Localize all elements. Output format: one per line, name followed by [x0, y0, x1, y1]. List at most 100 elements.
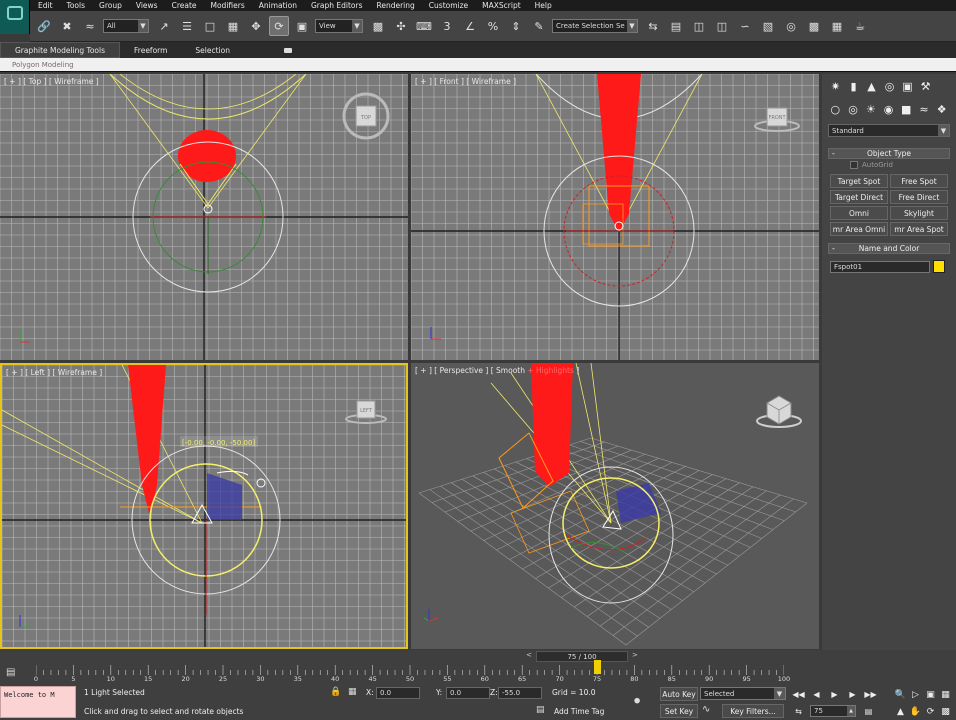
previous-frame-icon[interactable]: ◀	[810, 688, 823, 700]
zoom-icon[interactable]: 🔍	[894, 688, 907, 701]
time-slider-frame[interactable]: 75 / 100	[536, 651, 628, 662]
object-name-field[interactable]: Fspot01	[830, 261, 930, 273]
play-icon[interactable]: ▶	[828, 688, 841, 700]
tab-graphite-modeling-tools[interactable]: Graphite Modeling Tools	[0, 42, 121, 58]
ribbon-toggle-icon[interactable]	[284, 47, 292, 53]
align-icon[interactable]: ▤	[666, 16, 686, 36]
menu-rendering[interactable]: Rendering	[376, 1, 414, 10]
link-icon[interactable]: 🔗	[34, 16, 54, 36]
select-and-move-icon[interactable]: ✥	[246, 16, 266, 36]
autogrid-checkbox[interactable]: AutoGrid	[850, 161, 893, 169]
playhead[interactable]	[594, 660, 601, 674]
y-coordinate-field[interactable]: 0.0	[446, 687, 490, 699]
rectangular-selection-icon[interactable]: □	[200, 16, 220, 36]
absolute-mode-icon[interactable]: ▦	[348, 687, 357, 697]
create-tab-icon[interactable]: ✷	[828, 79, 843, 94]
named-selection-sets-dropdown[interactable]: Create Selection Se ▼	[552, 19, 638, 33]
menu-customize[interactable]: Customize	[429, 1, 468, 10]
object-type-rollout[interactable]: - Object Type	[828, 148, 950, 159]
systems-icon[interactable]: ❖	[934, 102, 949, 117]
default-tangent-icon[interactable]: ∿	[702, 704, 710, 715]
application-button[interactable]	[0, 0, 30, 34]
layer-manager-icon[interactable]: ◫	[689, 16, 709, 36]
time-configuration-icon[interactable]: ▤	[862, 705, 875, 717]
snaps-toggle-icon[interactable]: 3	[437, 16, 457, 36]
menu-group[interactable]: Group	[99, 1, 122, 10]
key-filters-button[interactable]: Key Filters...	[722, 704, 784, 718]
viewport-top[interactable]: TOP [ + ] [ Top ] [ Wireframe ]	[0, 74, 408, 360]
select-and-rotate-icon[interactable]: ⟳	[269, 16, 289, 36]
zoom-all-icon[interactable]: ▷	[909, 688, 922, 701]
tab-freeform[interactable]: Freeform	[120, 42, 181, 58]
shapes-icon[interactable]: ◎	[846, 102, 861, 117]
object-color-swatch[interactable]	[933, 260, 945, 273]
target-spot-button[interactable]: Target Spot	[830, 174, 888, 188]
ribbon-panel-label[interactable]: Polygon Modeling	[12, 61, 74, 69]
unlink-icon[interactable]: ✖	[57, 16, 77, 36]
menu-modifiers[interactable]: Modifiers	[211, 1, 245, 10]
name-and-color-rollout[interactable]: - Name and Color	[828, 243, 950, 254]
mini-curve-editor-icon[interactable]: ▤	[6, 667, 22, 679]
go-to-start-icon[interactable]: ◀◀	[792, 688, 805, 700]
z-coordinate-field[interactable]: -55.0	[498, 687, 542, 699]
select-and-scale-icon[interactable]: ▣	[292, 16, 312, 36]
free-direct-button[interactable]: Free Direct	[890, 190, 948, 204]
maxscript-listener[interactable]: Welcome to M	[0, 686, 76, 718]
rendered-frame-window-icon[interactable]: ▦	[827, 16, 847, 36]
angle-snap-icon[interactable]: ∠	[460, 16, 480, 36]
helpers-icon[interactable]: ■	[899, 102, 914, 117]
auto-key-button[interactable]: Auto Key	[660, 687, 698, 701]
keyboard-shortcut-override-icon[interactable]: ⌨	[414, 16, 434, 36]
material-editor-icon[interactable]: ◎	[781, 16, 801, 36]
mirror-icon[interactable]: ⇆	[643, 16, 663, 36]
hierarchy-tab-icon[interactable]: ▲	[864, 79, 879, 94]
add-time-tag-button[interactable]: Add Time Tag	[554, 707, 604, 716]
modify-tab-icon[interactable]: ▮	[846, 79, 861, 94]
reference-coordinate-dropdown[interactable]: View ▼	[315, 19, 363, 33]
menu-maxscript[interactable]: MAXScript	[482, 1, 521, 10]
utilities-tab-icon[interactable]: ⚒	[918, 79, 933, 94]
time-slider-next-button[interactable]: >	[632, 651, 638, 659]
schematic-view-icon[interactable]: ▧	[758, 16, 778, 36]
pivot-center-icon[interactable]: ▩	[368, 16, 388, 36]
cameras-icon[interactable]: ◉	[881, 102, 896, 117]
select-manipulate-icon[interactable]: ✣	[391, 16, 411, 36]
curve-editor-icon[interactable]: ∽	[735, 16, 755, 36]
zoom-extents-all-icon[interactable]: ▦	[939, 688, 952, 701]
light-category-dropdown[interactable]: Standard ▼	[828, 124, 950, 137]
viewport-perspective-label[interactable]: [ + ] [ Perspective ] [ Smooth + Highlig…	[415, 366, 579, 375]
edit-named-selection-icon[interactable]: ✎	[529, 16, 549, 36]
omni-button[interactable]: Omni	[830, 206, 888, 220]
menu-graph-editors[interactable]: Graph Editors	[311, 1, 363, 10]
key-icon[interactable]: ⚫	[632, 694, 642, 708]
tab-selection[interactable]: Selection	[181, 42, 244, 58]
time-slider[interactable]: < 75 / 100 >	[0, 650, 820, 663]
viewport-front[interactable]: FRONT [ + ] [ Front ] [ Wireframe ]	[411, 74, 819, 360]
space-warps-icon[interactable]: ≈	[917, 102, 932, 117]
lock-selection-icon[interactable]: 🔒	[330, 687, 341, 697]
bind-space-warp-icon[interactable]: ≈	[80, 16, 100, 36]
go-to-end-icon[interactable]: ▶▶	[864, 688, 877, 700]
viewport-left[interactable]: LEFT [-0.00, -0.00, -50.00] [ + ] [ Left…	[0, 363, 408, 649]
time-slider-prev-button[interactable]: <	[526, 651, 532, 659]
orbit-icon[interactable]: ⟳	[924, 705, 937, 718]
viewcube-left-icon[interactable]: LEFT	[345, 400, 387, 424]
render-setup-icon[interactable]: ▩	[804, 16, 824, 36]
viewport-top-label[interactable]: [ + ] [ Top ] [ Wireframe ]	[4, 77, 99, 86]
viewcube-perspective-icon[interactable]	[756, 395, 802, 428]
geometry-icon[interactable]: ○	[828, 102, 843, 117]
time-tag-icon[interactable]: ▤	[536, 705, 545, 715]
viewport-front-label[interactable]: [ + ] [ Front ] [ Wireframe ]	[415, 77, 516, 86]
menu-edit[interactable]: Edit	[38, 1, 53, 10]
next-frame-icon[interactable]: ▶	[846, 688, 859, 700]
menu-help[interactable]: Help	[535, 1, 552, 10]
select-by-name-icon[interactable]: ☰	[177, 16, 197, 36]
menu-tools[interactable]: Tools	[67, 1, 85, 10]
maximize-viewport-icon[interactable]: ▩	[939, 705, 952, 718]
viewport-left-label[interactable]: [ + ] [ Left ] [ Wireframe ]	[6, 368, 102, 377]
menu-create[interactable]: Create	[172, 1, 197, 10]
current-frame-field[interactable]: 75 ▲	[810, 705, 856, 717]
viewcube-front-icon[interactable]: FRONT	[754, 107, 800, 132]
viewport-perspective[interactable]: [ + ] [ Perspective ] [ Smooth + Highlig…	[411, 363, 819, 649]
lights-icon[interactable]: ☀	[863, 102, 878, 117]
